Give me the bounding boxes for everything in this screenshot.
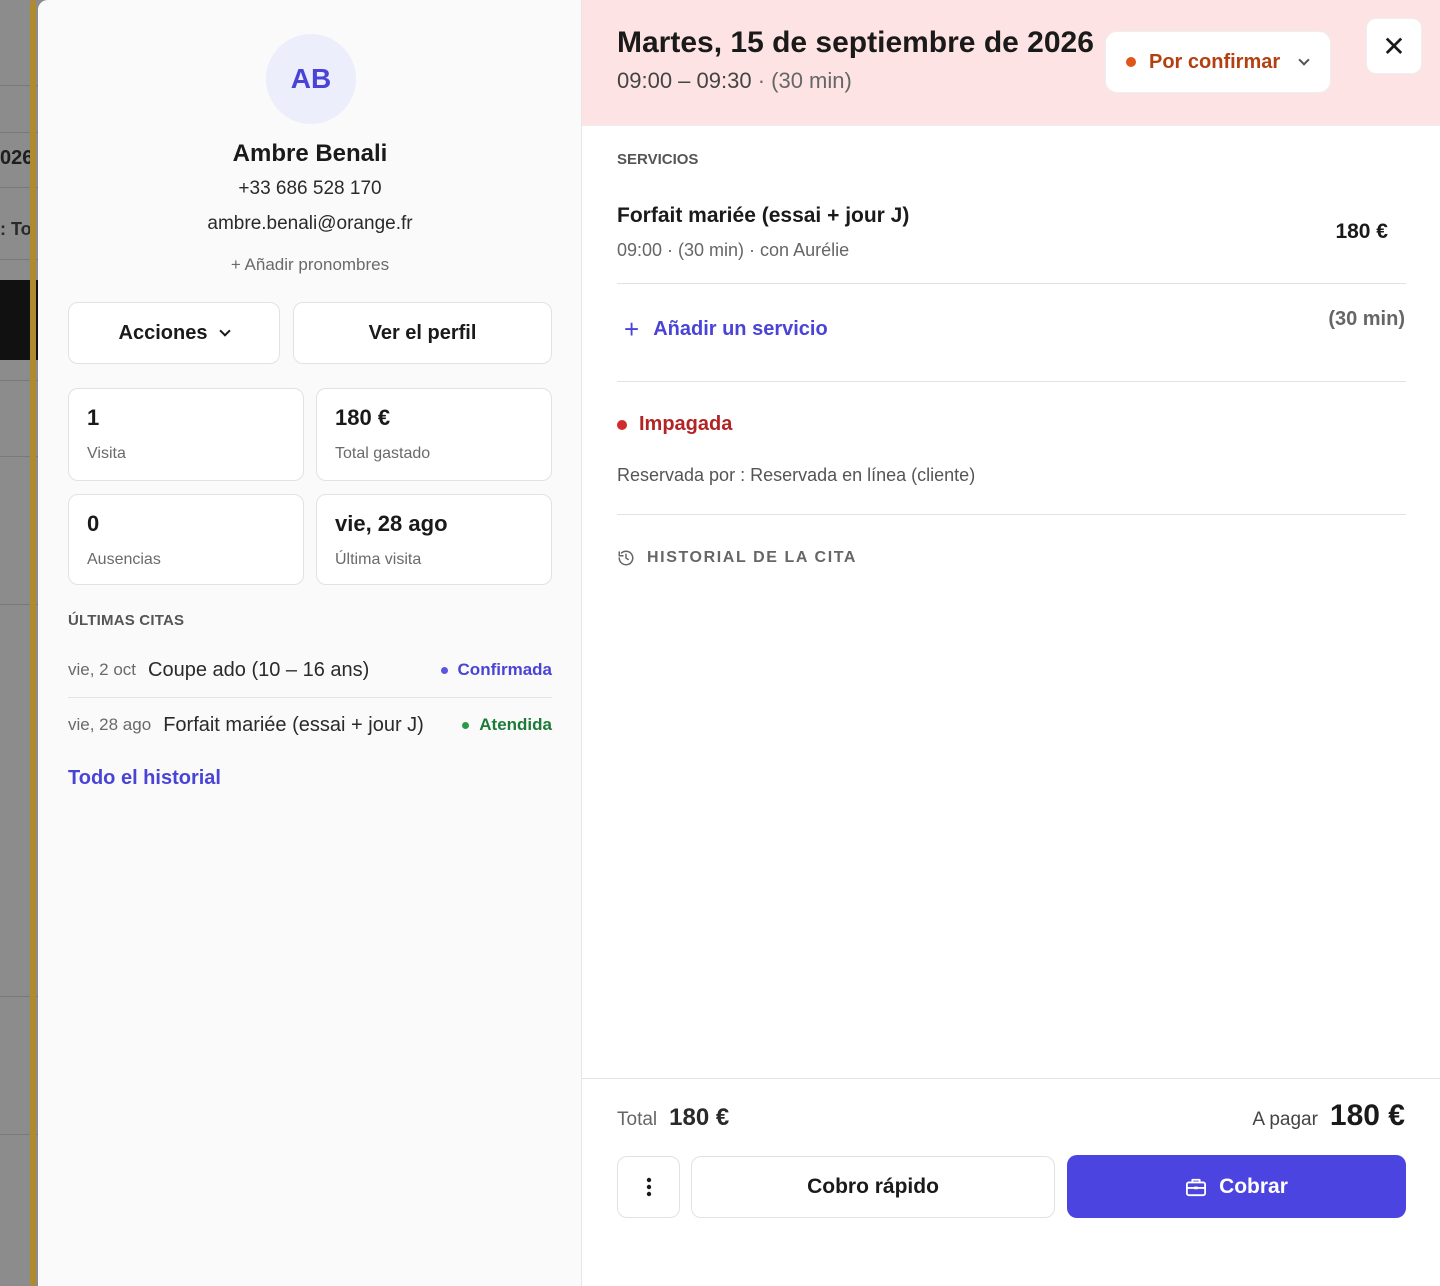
stat-last-visit: vie, 28 ago Última visita — [316, 494, 552, 585]
appointment-panel: Martes, 15 de septiembre de 2026 09:00 –… — [582, 0, 1440, 1286]
status-dot-icon — [462, 721, 470, 729]
divider — [617, 283, 1406, 284]
appointment-header: Martes, 15 de septiembre de 2026 09:00 –… — [582, 0, 1440, 126]
appointment-time: 09:00 – 09:30 · (30 min) — [617, 68, 852, 94]
history-icon — [618, 550, 634, 566]
amount-due-label: A pagar — [1252, 1109, 1318, 1130]
more-options-button[interactable] — [617, 1156, 680, 1218]
view-profile-button[interactable]: Ver el perfil — [293, 302, 552, 364]
total-duration: (30 min) — [1328, 308, 1405, 330]
close-icon: ✕ — [1382, 30, 1406, 62]
services-title: SERVICIOS — [617, 151, 699, 168]
stat-value: vie, 28 ago — [335, 511, 448, 536]
add-service-label: Añadir un servicio — [653, 318, 828, 340]
stat-label: Total gastado — [335, 445, 431, 462]
stat-absences: 0 Ausencias — [68, 494, 304, 585]
history-title: HISTORIAL DE LA CITA — [647, 549, 858, 566]
stat-label: Visita — [87, 445, 126, 462]
actions-label: Acciones — [118, 321, 208, 344]
divider — [617, 381, 1406, 382]
stat-total-spent: 180 € Total gastado — [316, 388, 552, 481]
recent-appointments-title: ÚLTIMAS CITAS — [68, 612, 185, 629]
stat-label: Última visita — [335, 551, 422, 568]
appointment-date: vie, 2 oct — [68, 660, 137, 679]
divider — [617, 514, 1406, 515]
status-badge: Atendida — [462, 715, 552, 735]
calendar-text-fragment: : To — [0, 219, 32, 239]
time-range: 09:00 – 09:30 — [617, 68, 752, 93]
stat-label: Ausencias — [87, 551, 161, 568]
close-button[interactable]: ✕ — [1366, 18, 1422, 74]
add-service-button[interactable]: + Añadir un servicio — [624, 314, 828, 345]
amount-due-value: 180 € — [1329, 1099, 1405, 1132]
status-badge: Confirmada — [440, 660, 552, 680]
total-value: 180 € — [669, 1104, 730, 1131]
stat-value: 180 € — [335, 405, 391, 430]
payment-status-label: Impagada — [639, 413, 733, 435]
view-profile-label: Ver el perfil — [368, 321, 477, 344]
appointment-date-title: Martes, 15 de septiembre de 2026 — [617, 26, 1094, 59]
appointment-service: Forfait mariée (essai + jour J) — [163, 713, 424, 736]
status-dot-icon — [1126, 57, 1136, 67]
service-price: 180 € — [1335, 220, 1388, 243]
quick-charge-button[interactable]: Cobro rápido — [691, 1156, 1055, 1218]
appointment-drawer: AB Ambre Benali +33 686 528 170 ambre.be… — [38, 0, 1440, 1286]
quick-charge-label: Cobro rápido — [807, 1175, 939, 1198]
stat-value: 1 — [87, 405, 100, 430]
avatar: AB — [266, 34, 356, 124]
stat-visits: 1 Visita — [68, 388, 304, 481]
list-item[interactable]: vie, 2 oct Coupe ado (10 – 16 ans) Confi… — [68, 643, 552, 697]
drawer-edge — [30, 0, 36, 1286]
status-dot-icon — [440, 666, 448, 674]
booked-by: Reservada por : Reservada en línea (clie… — [617, 465, 976, 485]
total: Total 180 € — [617, 1104, 729, 1132]
actions-button[interactable]: Acciones — [68, 302, 280, 364]
appointment-history-toggle[interactable]: HISTORIAL DE LA CITA — [617, 549, 857, 567]
charge-label: Cobrar — [1219, 1174, 1288, 1198]
add-pronouns-link[interactable]: + Añadir pronombres — [38, 255, 582, 275]
time-duration: · (30 min) — [757, 68, 852, 93]
service-name[interactable]: Forfait mariée (essai + jour J) — [617, 204, 909, 228]
more-vertical-icon — [646, 1177, 651, 1197]
appointment-date: vie, 28 ago — [68, 715, 152, 734]
payment-status: Impagada — [617, 413, 732, 436]
amount-due: A pagar 180 € — [1252, 1099, 1405, 1133]
checkout-footer: Total 180 € A pagar 180 € Cobro rápido C… — [582, 1078, 1440, 1286]
plus-icon: + — [624, 314, 640, 344]
client-name: Ambre Benali — [232, 140, 388, 167]
background-calendar: 026 : To — [0, 0, 40, 1286]
list-item[interactable]: vie, 28 ago Forfait mariée (essai + jour… — [68, 698, 552, 752]
calendar-year-fragment: 026 — [0, 147, 34, 169]
stat-value: 0 — [87, 511, 100, 536]
total-label: Total — [617, 1109, 658, 1130]
client-phone[interactable]: +33 686 528 170 — [38, 178, 582, 200]
service-meta: 09:00 · (30 min) · con Aurélie — [617, 240, 850, 260]
status-label: Confirmada — [457, 660, 552, 679]
status-dot-icon — [617, 419, 627, 430]
status-label: Atendida — [479, 715, 552, 734]
client-panel: AB Ambre Benali +33 686 528 170 ambre.be… — [38, 0, 582, 1286]
register-icon — [1186, 1178, 1207, 1196]
chevron-down-icon — [1298, 53, 1310, 66]
appointment-service: Coupe ado (10 – 16 ans) — [148, 658, 370, 681]
full-history-link[interactable]: Todo el historial — [68, 767, 221, 790]
charge-button[interactable]: Cobrar — [1067, 1155, 1406, 1218]
status-label: Por confirmar — [1149, 50, 1281, 73]
client-email[interactable]: ambre.benali@orange.fr — [38, 213, 582, 235]
status-dropdown[interactable]: Por confirmar — [1105, 31, 1331, 93]
chevron-down-icon — [219, 325, 232, 337]
